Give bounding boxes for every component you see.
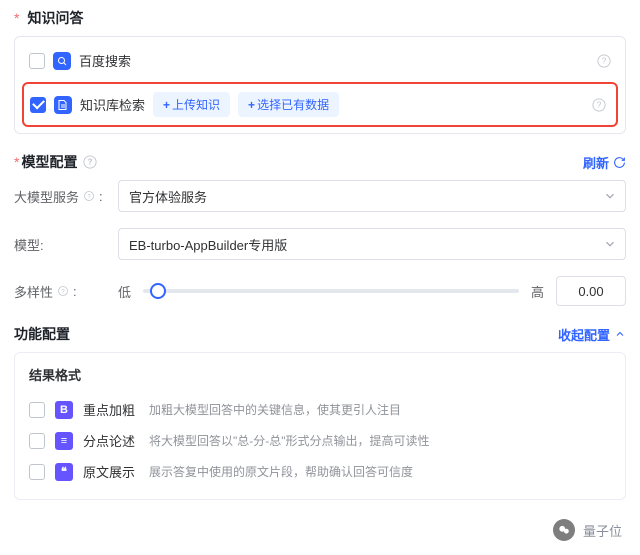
qa-card: 百度搜索 ? 知识库检索 + 上传知识 + 选择已有数据 ? <box>14 36 626 134</box>
model-row: 模型: EB-turbo-AppBuilder专用版 <box>14 228 626 260</box>
model-label: 模型: <box>14 235 118 254</box>
kb-source-icon <box>54 96 72 114</box>
help-icon[interactable]: ? <box>597 54 611 68</box>
qa-section: 知识问答 百度搜索 ? 知识库检索 + 上传知识 + 选择已有数据 <box>14 8 626 134</box>
plus-icon: + <box>163 98 170 112</box>
svg-text:?: ? <box>602 56 607 65</box>
func-section: 功能配置 收起配置 结果格式 B 重点加粗 加粗大模型回答中的关键信息，使其更引… <box>14 324 626 500</box>
search-source-icon <box>53 52 71 70</box>
upload-knowledge-button[interactable]: + 上传知识 <box>153 92 230 117</box>
quote-icon: ❝ <box>55 463 73 481</box>
checkbox[interactable] <box>29 53 45 69</box>
format-desc: 将大模型回答以"总-分-总"形式分点输出，提高可读性 <box>149 432 430 449</box>
model-section: 模型配置 ? 刷新 大模型服务 ? : 官方体验服务 模型: EB-turbo-… <box>14 152 626 306</box>
plus-icon: + <box>248 98 255 112</box>
diversity-row: 多样性 ? : 低 高 <box>14 276 626 306</box>
bold-icon: B <box>55 401 73 419</box>
format-name: 重点加粗 <box>83 400 135 419</box>
func-header: 功能配置 收起配置 <box>14 324 626 344</box>
checkbox[interactable] <box>29 402 45 418</box>
format-desc: 展示答复中使用的原文片段，帮助确认回答可信度 <box>149 463 413 480</box>
slider-high-label: 高 <box>531 282 544 301</box>
qa-option-kb[interactable]: 知识库检索 + 上传知识 + 选择已有数据 ? <box>22 82 618 127</box>
format-option-bold[interactable]: B 重点加粗 加粗大模型回答中的关键信息，使其更引人注目 <box>29 394 611 425</box>
refresh-button[interactable]: 刷新 <box>583 153 626 172</box>
slider-thumb[interactable] <box>150 283 166 299</box>
svg-text:?: ? <box>88 158 93 167</box>
chevron-down-icon <box>603 237 617 251</box>
list-icon: ≡ <box>55 432 73 450</box>
help-icon[interactable]: ? <box>592 98 606 112</box>
svg-text:?: ? <box>597 100 602 109</box>
svg-text:?: ? <box>61 289 65 295</box>
diversity-slider[interactable] <box>143 289 519 293</box>
qa-title: 知识问答 <box>14 8 626 28</box>
service-select[interactable]: 官方体验服务 <box>118 180 626 212</box>
format-option-bullets[interactable]: ≡ 分点论述 将大模型回答以"总-分-总"形式分点输出，提高可读性 <box>29 425 611 456</box>
wechat-icon <box>553 519 575 541</box>
select-existing-button[interactable]: + 选择已有数据 <box>238 92 339 117</box>
qa-option-baidu[interactable]: 百度搜索 ? <box>23 43 617 78</box>
result-format-card: 结果格式 B 重点加粗 加粗大模型回答中的关键信息，使其更引人注目 ≡ 分点论述… <box>14 352 626 500</box>
format-option-source[interactable]: ❝ 原文展示 展示答复中使用的原文片段，帮助确认回答可信度 <box>29 456 611 487</box>
svg-text:?: ? <box>87 194 91 200</box>
model-title: 模型配置 <box>14 152 77 172</box>
model-select[interactable]: EB-turbo-AppBuilder专用版 <box>118 228 626 260</box>
option-label: 百度搜索 <box>79 51 131 70</box>
help-icon[interactable]: ? <box>57 285 69 297</box>
checkbox[interactable] <box>29 433 45 449</box>
format-name: 原文展示 <box>83 462 135 481</box>
format-name: 分点论述 <box>83 431 135 450</box>
model-header: 模型配置 ? 刷新 <box>14 152 626 172</box>
result-format-title: 结果格式 <box>29 365 611 384</box>
func-title: 功能配置 <box>14 324 70 344</box>
collapse-button[interactable]: 收起配置 <box>558 325 626 344</box>
chevron-down-icon <box>603 189 617 203</box>
slider-low-label: 低 <box>118 282 131 301</box>
option-label: 知识库检索 <box>80 95 145 114</box>
checkbox[interactable] <box>29 464 45 480</box>
help-icon[interactable]: ? <box>83 155 97 169</box>
service-label: 大模型服务 ? : <box>14 187 118 206</box>
checkbox[interactable] <box>30 97 46 113</box>
help-icon[interactable]: ? <box>83 190 95 202</box>
watermark: 量子位 <box>553 519 622 541</box>
format-desc: 加粗大模型回答中的关键信息，使其更引人注目 <box>149 401 401 418</box>
diversity-label: 多样性 ? : <box>14 282 118 301</box>
service-row: 大模型服务 ? : 官方体验服务 <box>14 180 626 212</box>
diversity-value-input[interactable] <box>556 276 626 306</box>
